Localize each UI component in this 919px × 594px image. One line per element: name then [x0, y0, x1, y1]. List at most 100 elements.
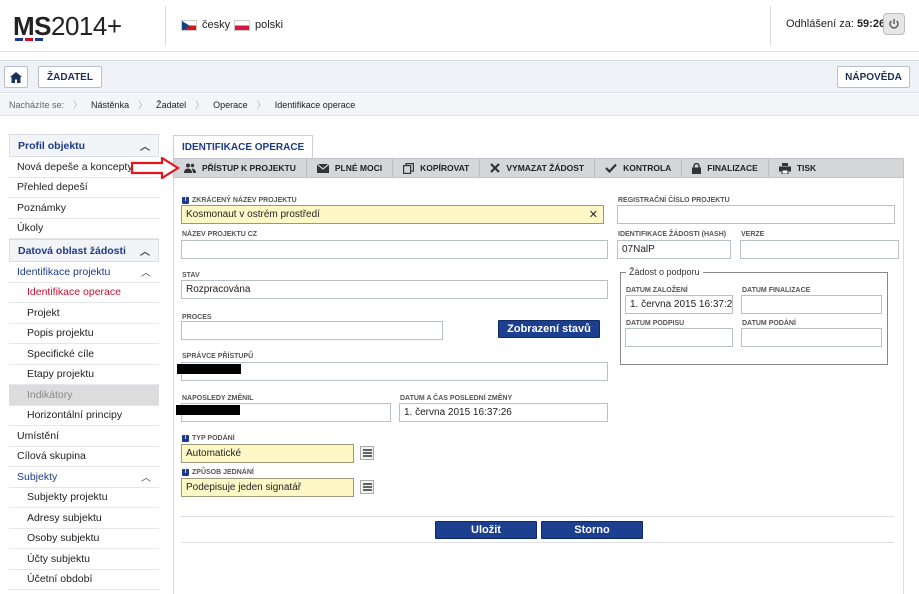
sidebar-item-prehled-depesi[interactable]: Přehled depeší	[9, 178, 159, 198]
envelope-icon	[316, 163, 329, 173]
sidebar-item-ucty-subjektu[interactable]: Účty subjektu	[9, 549, 159, 570]
zkraceny-nazev-input[interactable]: Kosmonaut v ostrém prostředí ✕	[181, 205, 604, 224]
zkraceny-nazev-label: i ZKRÁCENÝ NÁZEV PROJEKTU	[182, 197, 297, 204]
breadcrumb: Nacházíte se: 〉 Nástěnka 〉 Žadatel 〉 Ope…	[0, 94, 919, 116]
zobrazeni-stavu-button[interactable]: Zobrazení stavů	[498, 320, 600, 338]
breadcrumb-item[interactable]: Operace	[204, 100, 257, 110]
nazev-cz-label: NÁZEV PROJEKTU CZ	[182, 231, 258, 238]
sidebar-group-datova-oblast[interactable]: Datová oblast žádosti ︿	[9, 239, 159, 262]
typ-podani-select[interactable]: Automatické	[181, 444, 354, 463]
sidebar-item-identifikace-projektu[interactable]: Identifikace projektu ︿	[9, 262, 159, 283]
checkmark-icon	[605, 163, 617, 173]
vymazat-zadost-button[interactable]: VYMAZAT ŽÁDOST	[480, 159, 596, 177]
finalizace-button[interactable]: FINALIZACE	[682, 159, 769, 177]
zpusob-jednani-label: i ZPŮSOB JEDNÁNÍ	[182, 469, 254, 476]
proces-label: PROCES	[182, 314, 212, 321]
sidebar-item-ucetni-obdobi[interactable]: Účetní období	[9, 570, 159, 590]
spravce-field	[181, 362, 608, 381]
delete-icon	[490, 163, 501, 173]
list-icon[interactable]	[360, 446, 374, 460]
chevron-up-icon: ︿	[140, 142, 150, 153]
redacted-block	[177, 364, 241, 374]
logo-stripes	[15, 38, 45, 41]
datum-finalizace-label: DATUM FINALIZACE	[742, 287, 811, 294]
sidebar-item-popis-projektu[interactable]: Popis projektu	[9, 324, 159, 344]
identifikace-zadosti-label: IDENTIFIKACE ŽÁDOSTI (HASH)	[618, 231, 727, 238]
sidebar-item-umisteni[interactable]: Umístění	[9, 426, 159, 447]
lock-icon	[692, 162, 702, 174]
chevron-up-icon: ︿	[141, 473, 151, 485]
datum-finalizace-field	[741, 295, 882, 314]
datum-zalozeni-label: DATUM ZALOŽENÍ	[626, 287, 688, 294]
sidebar-item-cilova-skupina[interactable]: Cílová skupina	[9, 447, 159, 467]
required-icon: i	[182, 197, 189, 204]
required-icon: i	[182, 469, 189, 476]
tisk-button[interactable]: TISK	[769, 159, 826, 177]
spravce-label: SPRÁVCE PŘÍSTUPŮ	[182, 353, 254, 360]
verze-field	[740, 240, 899, 259]
required-icon: i	[182, 435, 189, 442]
sidebar: Profil objektu ︿ Nová depeše a koncepty P…	[9, 134, 159, 590]
sidebar-item-specificke-cile[interactable]: Specifické cíle	[9, 344, 159, 365]
kopirovat-button[interactable]: KOPÍROVAT	[393, 159, 481, 177]
typ-podani-label: i TYP PODÁNÍ	[182, 435, 235, 442]
flag-cz-icon	[181, 19, 197, 31]
home-button[interactable]	[4, 66, 28, 88]
help-button[interactable]: NÁPOVĚDA	[837, 66, 910, 88]
breadcrumb-item[interactable]: Nástěnka	[82, 100, 138, 110]
sidebar-item-subjekty-projektu[interactable]: Subjekty projektu	[9, 488, 159, 508]
action-bar: PŘÍSTUP K PROJEKTU PLNÉ MOCI KOPÍROVAT V…	[173, 158, 904, 178]
breadcrumb-item[interactable]: Žadatel	[147, 100, 195, 110]
sidebar-item-poznamky[interactable]: Poznámky	[9, 198, 159, 219]
zadatel-button[interactable]: ŽADATEL	[38, 66, 102, 88]
zadost-o-podporu-title: Žádost o podporu	[626, 267, 703, 277]
sidebar-item-etapy-projektu[interactable]: Etapy projektu	[9, 365, 159, 385]
ulozit-button[interactable]: Uložit	[435, 521, 537, 539]
tab-identifikace-operace[interactable]: IDENTIFIKACE OPERACE	[173, 135, 314, 158]
pristup-k-projektu-button[interactable]: PŘÍSTUP K PROJEKTU	[174, 159, 307, 177]
sidebar-item-identifikace-operace[interactable]: Identifikace operace	[9, 283, 159, 303]
datum-podpisu-label: DATUM PODPISU	[626, 320, 685, 327]
registracni-cislo-label: REGISTRAČNÍ ČÍSLO PROJEKTU	[618, 197, 730, 204]
zadost-o-podporu-group	[620, 272, 888, 365]
lang-cz-link[interactable]: česky	[181, 19, 230, 31]
datum-podani-field	[741, 328, 882, 347]
nazev-cz-input[interactable]	[181, 240, 608, 259]
datum-podani-label: DATUM PODÁNÍ	[742, 320, 796, 327]
clear-icon[interactable]: ✕	[589, 208, 598, 221]
stav-label: STAV	[182, 272, 200, 279]
sidebar-item-projekt[interactable]: Projekt	[9, 303, 159, 324]
lang-pl-link[interactable]: polski	[234, 19, 283, 31]
sidebar-item-adresy-subjektu[interactable]: Adresy subjektu	[9, 508, 159, 529]
naposledy-label: NAPOSLEDY ZMĚNIL	[182, 395, 254, 402]
sidebar-item-subjekty[interactable]: Subjekty ︿	[9, 467, 159, 488]
app-header: MS2014+ česky polski Odhlášení za: 59:26	[0, 0, 919, 52]
list-icon[interactable]	[360, 480, 374, 494]
flag-pl-icon	[234, 19, 250, 31]
top-toolbar: ŽADATEL NÁPOVĚDA	[0, 60, 919, 93]
sidebar-item-horizontalni-principy[interactable]: Horizontální principy	[9, 406, 159, 426]
sidebar-group-profil[interactable]: Profil objektu ︿	[9, 134, 159, 157]
verze-label: VERZE	[741, 231, 765, 238]
users-icon	[184, 163, 196, 173]
sidebar-item-indikatory: Indikátory	[9, 385, 159, 406]
breadcrumb-item: Identifikace operace	[274, 99, 356, 110]
datum-podpisu-field	[625, 328, 733, 347]
identifikace-zadosti-field: 07NalP	[617, 240, 731, 259]
sidebar-item-osoby-subjektu[interactable]: Osoby subjektu	[9, 529, 159, 549]
datum-zalozeni-field: 1. června 2015 16:37:26	[625, 295, 733, 314]
copy-icon	[403, 162, 415, 174]
zpusob-jednani-select[interactable]: Podepisuje jeden signatář	[181, 478, 354, 497]
red-arrow-annotation	[130, 157, 180, 179]
plne-moci-button[interactable]: PLNÉ MOCI	[307, 159, 394, 177]
redacted-block	[176, 405, 240, 415]
kontrola-button[interactable]: KONTROLA	[595, 159, 683, 177]
printer-icon	[778, 162, 791, 174]
power-icon[interactable]	[883, 13, 905, 35]
sidebar-item-ukoly[interactable]: Úkoly	[9, 219, 159, 239]
storno-button[interactable]: Storno	[541, 521, 643, 539]
datum-zmeny-field: 1. června 2015 16:37:26	[399, 403, 608, 422]
registracni-cislo-field	[617, 205, 895, 224]
divider	[181, 542, 894, 543]
home-icon	[10, 71, 22, 83]
